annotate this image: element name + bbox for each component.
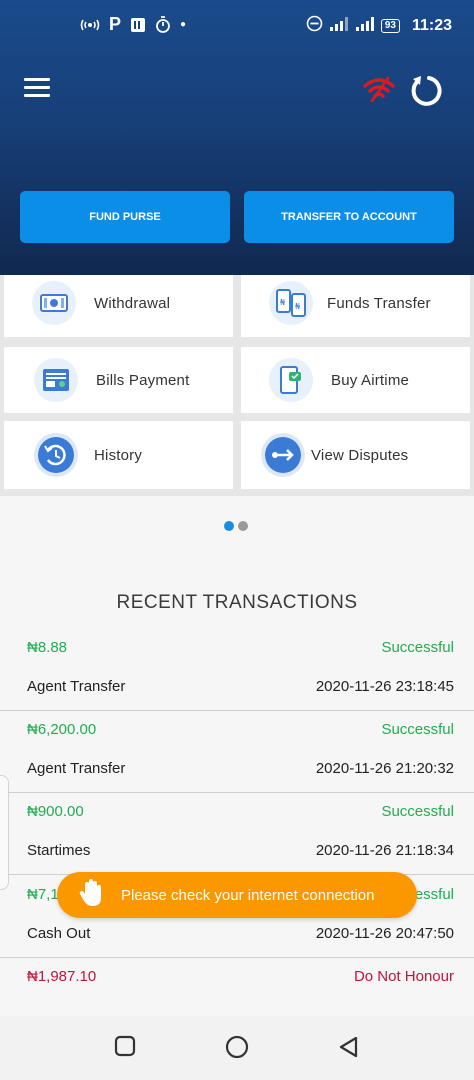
service-withdrawal[interactable]: Withdrawal (4, 275, 233, 337)
dot-icon: ● (180, 19, 187, 30)
page-dot-active[interactable] (224, 521, 234, 531)
transaction-row[interactable]: ₦6,200.00 Successful Agent Transfer 2020… (0, 711, 474, 793)
page-indicator (224, 521, 248, 531)
nfc-icon (80, 18, 100, 32)
service-label: History (94, 446, 143, 464)
transaction-type: Agent Transfer (27, 678, 126, 695)
service-label: Bills Payment (96, 371, 190, 389)
hamburger-icon[interactable] (24, 78, 50, 100)
bill-icon (34, 358, 78, 402)
transaction-amount: ₦6,200.00 (27, 721, 97, 738)
service-label: Buy Airtime (331, 371, 410, 389)
transaction-type: Startimes (27, 842, 91, 859)
svg-text:₦: ₦ (295, 302, 300, 311)
services-grid: Withdrawal ₦ ₦ Funds Transfer Bills Payme… (0, 275, 474, 496)
service-funds-transfer[interactable]: ₦ ₦ Funds Transfer (241, 275, 470, 337)
transaction-status: Do Not Honour (353, 968, 454, 985)
stopwatch-icon (155, 16, 171, 33)
triangle-back-icon[interactable] (337, 1035, 359, 1064)
transaction-time: 2020-11-26 23:18:45 (315, 678, 454, 695)
status-right-icons: 93 11:23 (306, 15, 452, 37)
signal-icon (355, 16, 375, 36)
transaction-status: Successful (381, 639, 454, 656)
transaction-amount: ₦1,987.10 (27, 968, 97, 985)
service-buy-airtime[interactable]: Buy Airtime (241, 347, 470, 413)
system-nav-bar (0, 1016, 474, 1080)
service-label: Funds Transfer (327, 294, 431, 312)
circle-icon[interactable] (225, 1035, 249, 1064)
hand-icon (79, 878, 105, 913)
history-icon (34, 433, 78, 477)
transaction-status: Successful (381, 721, 454, 738)
transaction-status: essful (414, 886, 454, 903)
transaction-amount: ₦900.00 (27, 803, 84, 820)
transfer-to-account-button[interactable]: TRANSFER TO ACCOUNT (244, 191, 454, 243)
battery-icon: 93 (380, 19, 400, 33)
svg-text:₦: ₦ (280, 298, 285, 307)
parking-icon: P (109, 14, 122, 34)
service-view-disputes[interactable]: View Disputes (241, 421, 470, 489)
toast-message: Please check your internet connection (121, 886, 375, 904)
transaction-time: 2020-11-26 21:18:34 (315, 842, 454, 859)
transaction-type: Cash Out (27, 925, 91, 942)
recent-transactions-title: RECENT TRANSACTIONS (116, 592, 358, 613)
transaction-time: 2020-11-26 20:47:50 (315, 925, 454, 942)
connection-toast: Please check your internet connection (57, 872, 417, 918)
transaction-amount: ₦8.88 (27, 639, 68, 656)
transaction-row[interactable]: ₦1,987.10 Do Not Honour (0, 958, 474, 1016)
square-icon[interactable] (114, 1035, 136, 1062)
phone-transfer-icon: ₦ ₦ (269, 281, 313, 325)
sim-card-icon (130, 17, 146, 33)
refresh-icon[interactable] (408, 72, 446, 115)
phone-airtime-icon (269, 358, 313, 402)
wifi-offline-icon[interactable] (362, 76, 396, 107)
service-history[interactable]: History (4, 421, 233, 489)
transaction-row[interactable]: ₦900.00 Successful Startimes 2020-11-26 … (0, 793, 474, 875)
status-bar: P ● 93 11:23 (0, 0, 474, 52)
transaction-row[interactable]: ₦8.88 Successful Agent Transfer 2020-11-… (0, 629, 474, 711)
transaction-status: Successful (381, 803, 454, 820)
status-left-icons: P ● (80, 14, 186, 35)
do-not-disturb-icon (306, 15, 323, 37)
fund-purse-button[interactable]: FUND PURSE (20, 191, 230, 243)
cash-icon (32, 281, 76, 325)
dispute-arrow-icon (261, 433, 305, 477)
transaction-amount: ₦7,1 (27, 886, 59, 903)
side-drawer-handle[interactable] (0, 775, 9, 890)
service-label: Withdrawal (94, 294, 171, 312)
transaction-type: Agent Transfer (27, 760, 126, 777)
status-time: 11:23 (411, 17, 452, 34)
app-header: P ● 93 11:23 FUND PURSE TRANSFER TO ACCO… (0, 0, 474, 275)
signal-icon (329, 16, 349, 36)
transaction-time: 2020-11-26 21:20:32 (315, 760, 454, 777)
page-dot[interactable] (238, 521, 248, 531)
service-bills-payment[interactable]: Bills Payment (4, 347, 233, 413)
service-label: View Disputes (311, 446, 409, 464)
